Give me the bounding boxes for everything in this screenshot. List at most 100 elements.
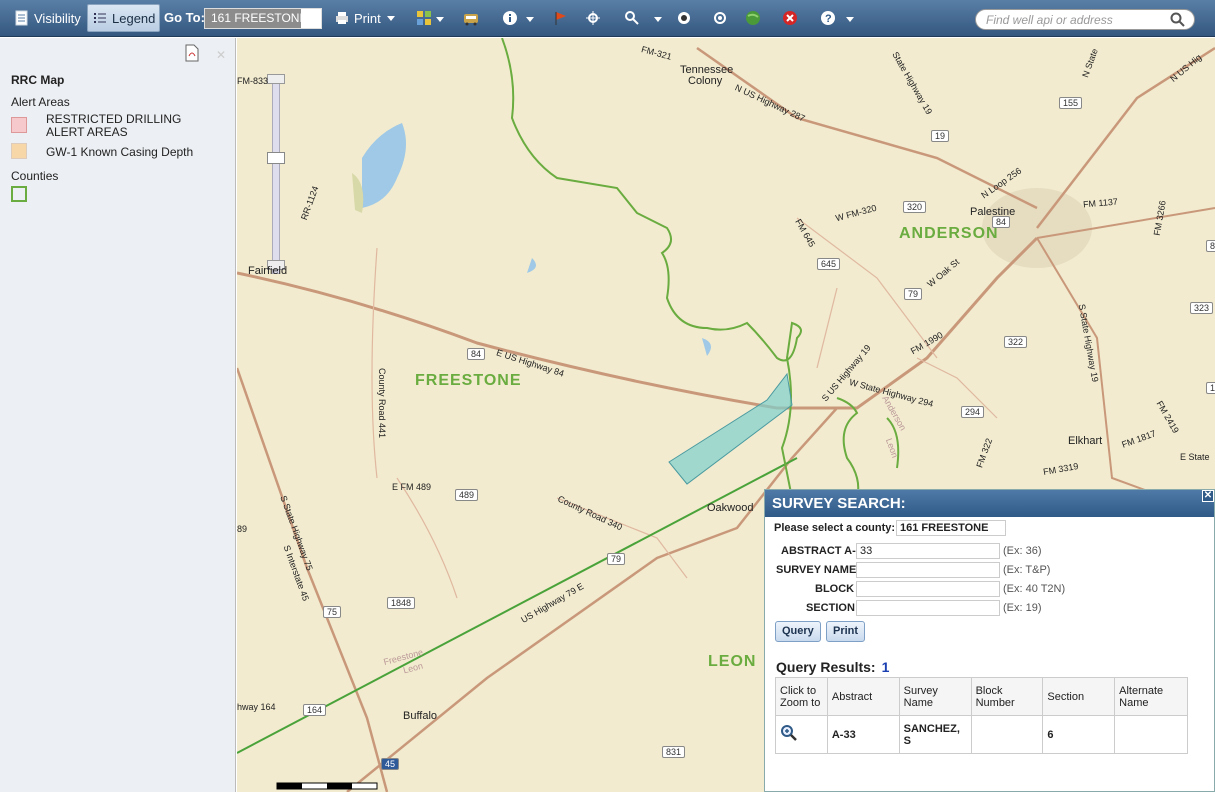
shield-18: 18 (1206, 382, 1215, 394)
full-extent-icon[interactable] (676, 10, 692, 26)
shield-79-north: 79 (904, 288, 923, 300)
casing-depth-swatch (11, 143, 27, 159)
section-input[interactable] (856, 600, 1000, 616)
survey-search-panel: SURVEY SEARCH: ✕ Please select a county:… (764, 489, 1215, 792)
shield-322: 322 (1004, 336, 1028, 348)
section-label: SECTION (806, 602, 855, 614)
zoom-cell (775, 715, 828, 754)
svg-text:?: ? (825, 13, 832, 25)
search-icon[interactable] (1170, 12, 1186, 28)
bus-icon[interactable] (463, 10, 479, 26)
visibility-label: Visibility (34, 10, 81, 26)
visibility-icon (15, 10, 28, 26)
query-button[interactable]: Query (775, 621, 821, 642)
restricted-drilling-swatch (11, 117, 27, 133)
shield-489: 489 (455, 489, 479, 501)
restricted-drilling-label: RESTRICTED DRILLING ALERT AREAS (46, 112, 182, 139)
col-zoom: Click to Zoom to (775, 677, 828, 716)
place-buffalo: Buffalo (403, 710, 438, 722)
counties-swatch (11, 186, 27, 202)
search-input[interactable]: Find well api or address (975, 9, 1195, 30)
block-example: (Ex: 40 T2N) (1003, 583, 1066, 595)
visibility-button[interactable]: Visibility (10, 4, 85, 32)
shield-8: 8 (1206, 240, 1215, 252)
zoom-slider-handle[interactable] (267, 152, 285, 164)
print-label: Print (354, 10, 381, 26)
shield-i45: 45 (381, 758, 400, 770)
shield-831: 831 (662, 746, 686, 758)
shield-79: 79 (607, 553, 626, 565)
place-elkhart: Elkhart (1068, 435, 1103, 447)
block-cell (970, 715, 1044, 754)
help-icon[interactable]: ? (820, 10, 836, 26)
col-block: Block Number (970, 677, 1044, 716)
table-row: A-33 SANCHEZ, S 6 (775, 715, 1188, 754)
block-label: BLOCK (815, 583, 855, 595)
print-results-button[interactable]: Print (826, 621, 866, 642)
toolbar: Visibility Legend Go To: 161 FREESTONE P… (0, 0, 1215, 37)
abstract-cell: A-33 (826, 715, 900, 754)
county-leon: LEON (708, 653, 757, 670)
legend-title: RRC Map (11, 73, 65, 87)
legend-panel: ✕ RRC Map Alert Areas RESTRICTED DRILLIN… (0, 38, 236, 792)
county-anderson: ANDERSON (899, 225, 999, 242)
shield-75: 75 (323, 606, 342, 618)
survey-search-title: SURVEY SEARCH: (772, 495, 906, 512)
survey-name-example: (Ex: T&P) (1003, 564, 1051, 576)
results-header-row: Click to Zoom to Abstract Survey Name Bl… (775, 677, 1188, 716)
zoom-icon[interactable] (624, 10, 640, 26)
block-input[interactable] (856, 581, 1000, 597)
survey-name-label: SURVEY NAME (776, 564, 857, 576)
goto-input[interactable]: 161 FREESTONE (204, 8, 322, 29)
zoom-slider[interactable] (267, 74, 285, 274)
close-icon[interactable]: ✕ (216, 48, 226, 62)
print-button[interactable]: Print (330, 4, 399, 32)
locate-icon[interactable] (712, 10, 728, 26)
query-results-label: Query Results: (776, 659, 876, 675)
clear-icon[interactable] (782, 10, 798, 26)
shield-645: 645 (817, 258, 841, 270)
shield-320: 320 (903, 201, 927, 213)
pdf-icon[interactable] (184, 44, 200, 62)
legend-button[interactable]: Legend (87, 4, 161, 32)
survey-name-input[interactable] (856, 562, 1000, 578)
zoom-in-button[interactable] (267, 74, 285, 84)
shield-1848: 1848 (387, 597, 416, 609)
section-cell: 6 (1042, 715, 1116, 754)
shield-155: 155 (1059, 97, 1083, 109)
crosshair-icon[interactable] (585, 10, 601, 26)
casing-depth-label: GW-1 Known Casing Depth (46, 145, 194, 159)
query-results-heading: Query Results: 1 (776, 659, 889, 675)
search-placeholder: Find well api or address (986, 13, 1113, 27)
survey-name-cell: SANCHEZ, S (898, 715, 972, 754)
county-prompt: Please select a county: (774, 522, 896, 534)
printer-icon (336, 12, 348, 24)
road-89: 89 (237, 524, 248, 534)
close-panel-icon[interactable]: ✕ (1202, 490, 1214, 502)
shield-84-north: 84 (992, 216, 1011, 228)
globe-icon[interactable] (745, 10, 761, 26)
shield-294: 294 (961, 406, 985, 418)
shield-323: 323 (1190, 302, 1214, 314)
survey-search-header: SURVEY SEARCH: ✕ (765, 490, 1214, 517)
abstract-label: ABSTRACT A- (781, 545, 856, 557)
col-survey-name: Survey Name (898, 677, 972, 716)
col-section: Section (1042, 677, 1116, 716)
county-freestone: FREESTONE (415, 372, 522, 389)
place-colony: Colony (688, 75, 723, 87)
abstract-input[interactable]: 33 (856, 543, 1000, 559)
col-alternate-name: Alternate Name (1114, 677, 1188, 716)
basemap-icon[interactable] (416, 10, 432, 26)
info-icon[interactable] (502, 10, 518, 26)
county-select[interactable]: 161 FREESTONE (896, 520, 1006, 536)
legend-label: Legend (112, 10, 156, 26)
legend-icon (94, 13, 106, 23)
alert-areas-label: Alert Areas (11, 95, 70, 109)
zoom-to-icon[interactable] (780, 724, 798, 742)
shield-84: 84 (467, 348, 486, 360)
goto-label: Go To: (164, 10, 205, 25)
alternate-name-cell (1114, 715, 1188, 754)
shield-19: 19 (931, 130, 950, 142)
flag-icon[interactable] (553, 10, 569, 26)
place-oakwood: Oakwood (707, 502, 754, 514)
